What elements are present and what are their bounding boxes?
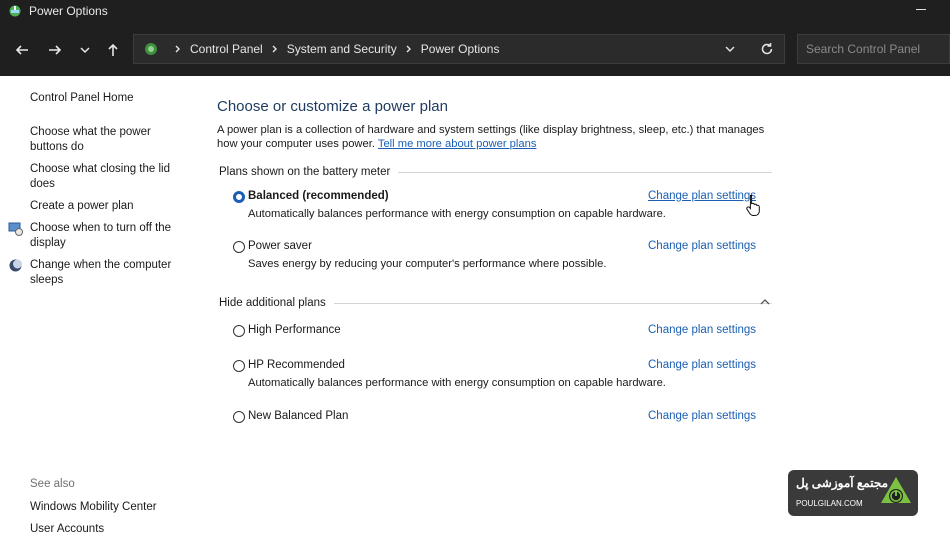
plan-name: HP Recommended <box>248 359 345 371</box>
change-plan-settings-link[interactable]: Change plan settings <box>648 324 756 336</box>
sidebar-item-computer-sleeps[interactable]: Change when the computer sleeps <box>30 258 190 288</box>
arrow-right-icon <box>49 45 62 55</box>
plan-description: Saves energy by reducing your computer's… <box>248 258 607 270</box>
refresh-icon <box>761 43 773 55</box>
search-input[interactable]: Search Control Panel <box>797 34 950 64</box>
see-also-label: See also <box>30 478 75 490</box>
section-title: Hide additional plans <box>219 297 326 309</box>
sidebar-item-create-plan[interactable]: Create a power plan <box>30 199 190 214</box>
title-bar: Power Options <box>0 0 950 22</box>
radio-high-performance[interactable] <box>233 325 245 337</box>
back-button[interactable] <box>11 39 33 61</box>
change-plan-settings-link[interactable]: Change plan settings <box>648 359 756 371</box>
breadcrumb-control-panel[interactable]: Control Panel <box>190 42 263 56</box>
arrow-left-icon <box>15 45 28 55</box>
watermark-text: مجتمع آموزشی پل <box>796 476 889 490</box>
moon-icon <box>8 258 23 273</box>
page-description: A power plan is a collection of hardware… <box>217 123 782 151</box>
chevron-right-icon <box>268 42 282 56</box>
display-icon <box>8 221 23 236</box>
page-title: Choose or customize a power plan <box>217 98 448 115</box>
main-content: Choose or customize a power plan A power… <box>217 76 777 550</box>
watermark-url: POULGILAN.COM <box>796 499 863 508</box>
sidebar-item-mobility-center[interactable]: Windows Mobility Center <box>30 500 190 515</box>
sidebar-item-power-buttons[interactable]: Choose what the power buttons do <box>30 125 190 155</box>
chevron-down-icon <box>725 46 735 52</box>
minimize-button[interactable] <box>916 3 928 15</box>
additional-plans-section[interactable]: Hide additional plans <box>219 297 772 309</box>
plan-name: High Performance <box>248 324 341 336</box>
control-panel-icon <box>143 41 159 57</box>
radio-hp-recommended[interactable] <box>233 360 245 372</box>
divider <box>398 171 772 173</box>
sidebar-item-turn-off-display[interactable]: Choose when to turn off the display <box>30 221 190 251</box>
power-options-icon <box>8 4 22 18</box>
plan-description: Automatically balances performance with … <box>248 377 666 389</box>
window-title: Power Options <box>29 4 108 18</box>
sidebar-item-user-accounts[interactable]: User Accounts <box>30 522 190 537</box>
divider <box>333 302 772 304</box>
chevron-up-icon[interactable] <box>758 295 772 309</box>
sidebar-item-control-panel-home[interactable]: Control Panel Home <box>30 91 190 106</box>
left-pane: Control Panel Home Choose what the power… <box>0 76 200 550</box>
section-title: Plans shown on the battery meter <box>219 166 391 178</box>
chevron-down-icon <box>80 47 90 54</box>
chevron-right-icon <box>402 42 416 56</box>
hand-cursor-icon <box>745 194 763 216</box>
radio-new-balanced[interactable] <box>233 411 245 423</box>
learn-more-link[interactable]: Tell me more about power plans <box>378 138 537 150</box>
navigation-bar: Control Panel System and Security Power … <box>0 22 950 76</box>
radio-power-saver[interactable] <box>233 241 245 253</box>
change-plan-settings-link[interactable]: Change plan settings <box>648 190 756 202</box>
change-plan-settings-link[interactable]: Change plan settings <box>648 240 756 252</box>
plan-name: New Balanced Plan <box>248 410 349 422</box>
refresh-button[interactable] <box>760 42 774 56</box>
arrow-up-icon <box>108 43 118 56</box>
chevron-right-icon <box>171 42 185 56</box>
sidebar-item-closing-lid[interactable]: Choose what closing the lid does <box>30 162 190 192</box>
power-logo-icon <box>878 475 914 511</box>
up-button[interactable] <box>102 39 124 61</box>
breadcrumb-system-and-security[interactable]: System and Security <box>287 42 397 56</box>
forward-button[interactable] <box>44 39 66 61</box>
address-dropdown-button[interactable] <box>724 43 736 55</box>
poulgilan-watermark: مجتمع آموزشی پل POULGILAN.COM <box>788 470 918 516</box>
plan-description: Automatically balances performance with … <box>248 208 666 220</box>
plan-name: Balanced (recommended) <box>248 190 389 202</box>
recent-locations-button[interactable] <box>74 39 96 61</box>
battery-meter-section: Plans shown on the battery meter <box>219 166 772 178</box>
breadcrumb-power-options[interactable]: Power Options <box>421 42 500 56</box>
plan-name: Power saver <box>248 240 312 252</box>
radio-balanced[interactable] <box>233 191 245 203</box>
change-plan-settings-link[interactable]: Change plan settings <box>648 410 756 422</box>
address-bar[interactable]: Control Panel System and Security Power … <box>133 34 785 64</box>
